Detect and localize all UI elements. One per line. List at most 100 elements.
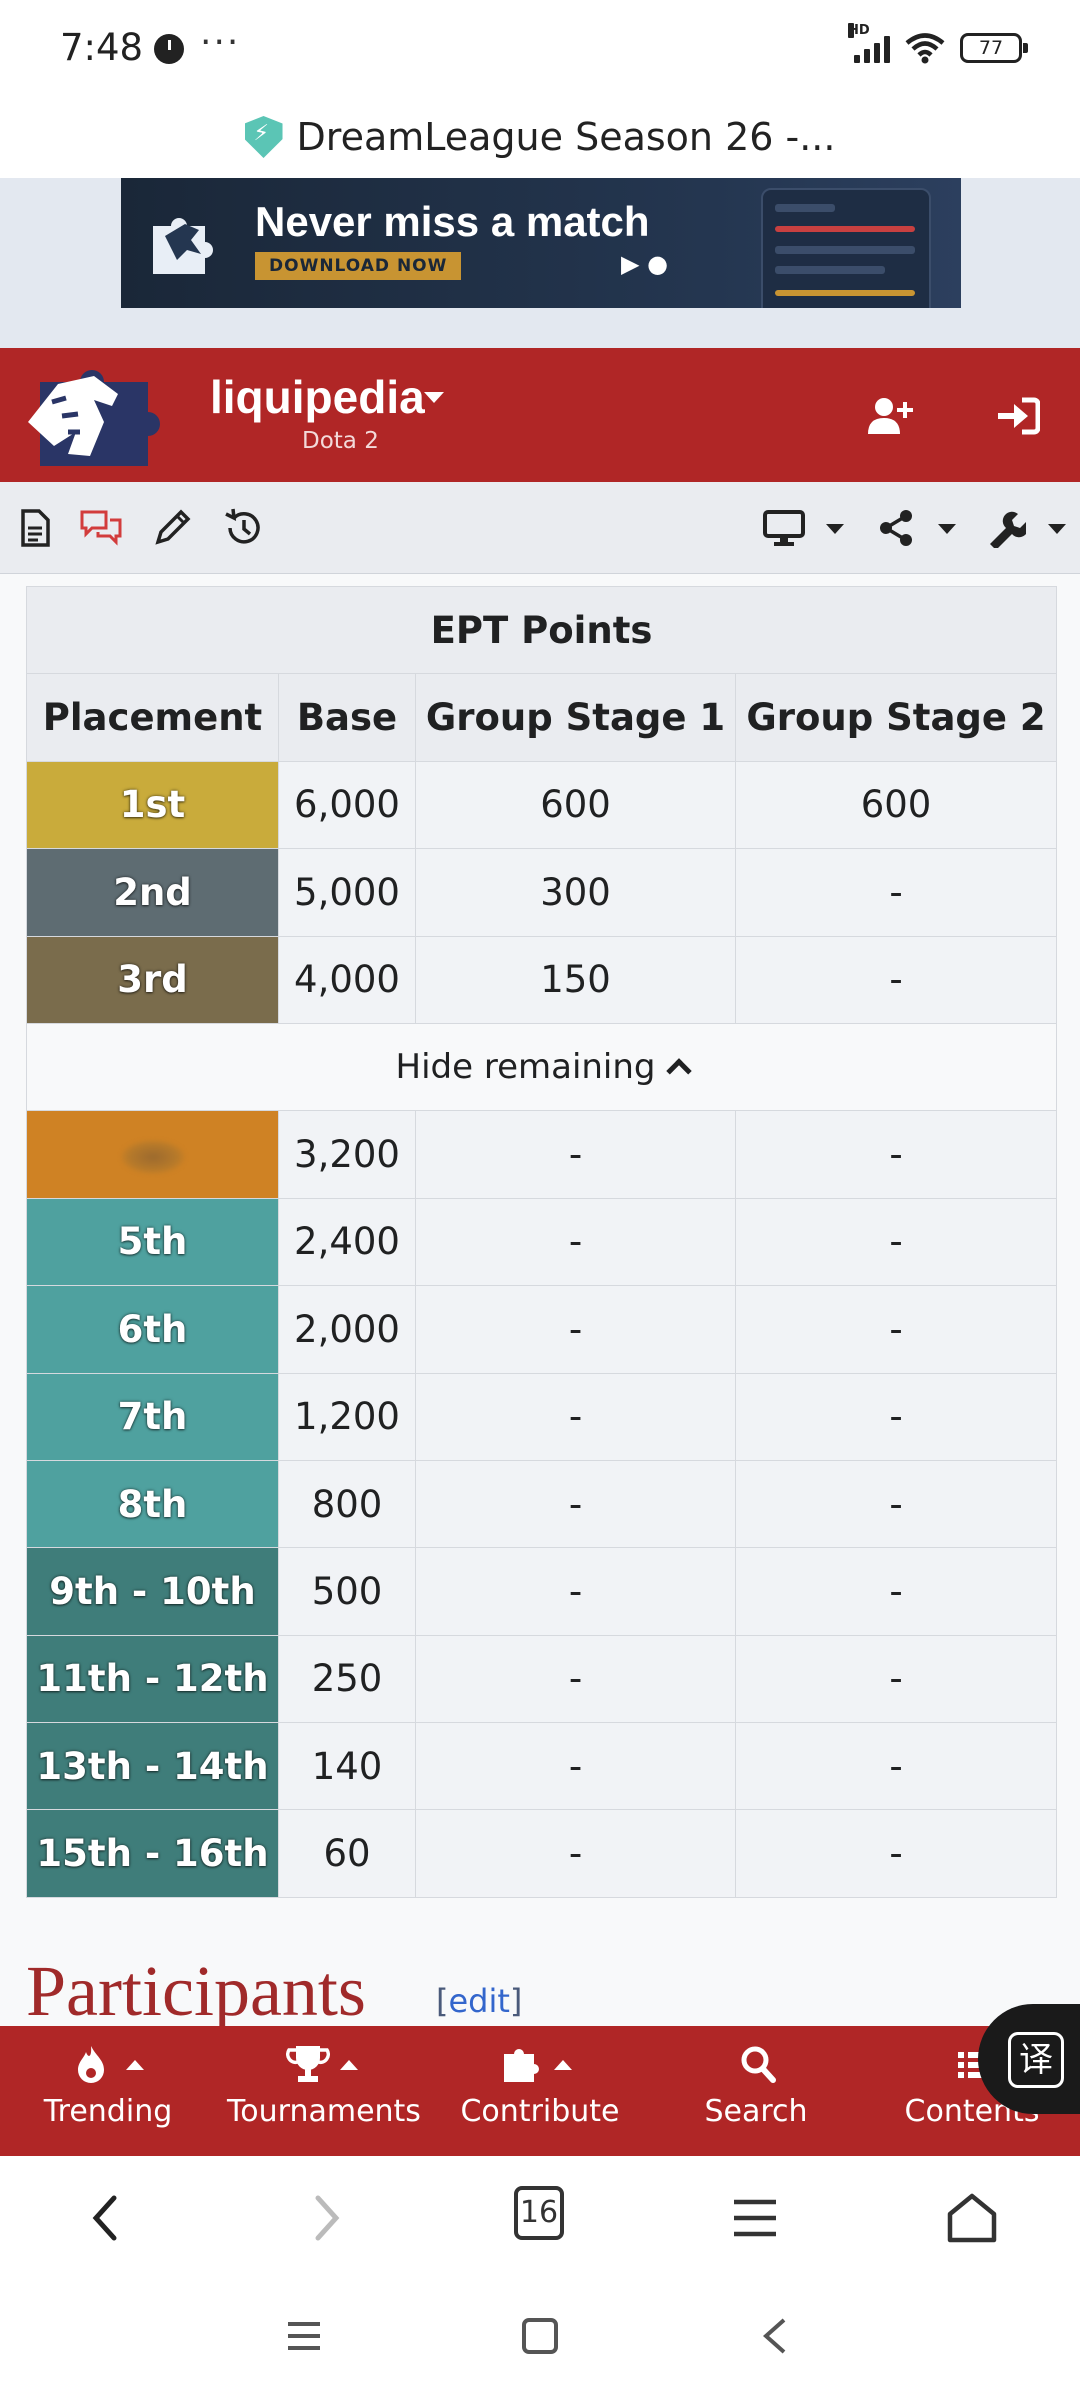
table-row: 3rd 4,000 150- xyxy=(26,935,1058,1024)
table-row: 2nd 5,000 300- xyxy=(26,848,1058,937)
share-icon[interactable] xyxy=(876,508,916,548)
translate-icon: 译 xyxy=(1008,2032,1064,2088)
chevron-up-icon xyxy=(665,1058,692,1084)
trending-caret-icon xyxy=(126,2060,144,2070)
group-stage-1-cell: 300 xyxy=(415,848,736,937)
nav-label-contribute: Contribute xyxy=(460,2094,620,2129)
back-arrow-icon[interactable] xyxy=(86,2190,126,2246)
column-header-placement: Placement xyxy=(26,673,279,762)
base-cell: 6,000 xyxy=(278,760,416,850)
group-stage-2-cell: - xyxy=(734,1722,1058,1811)
edit-bracket-close: ] xyxy=(509,1982,523,2020)
group-stage-2-cell: - xyxy=(734,935,1058,1024)
edit-pencil-icon[interactable] xyxy=(152,508,194,548)
base-cell: 250 xyxy=(278,1634,416,1724)
site-menu-caret-icon[interactable] xyxy=(424,392,444,403)
status-time: 7:48 xyxy=(60,26,144,69)
table-title-row: EPT Points xyxy=(25,585,1058,675)
search-icon xyxy=(741,2046,776,2083)
table-row: 1st 6,000 600 600 xyxy=(26,760,1058,850)
nav-trending[interactable]: Trending xyxy=(0,2026,216,2156)
table-row: 3,200- - xyxy=(26,1110,1058,1199)
group-stage-1-cell: - xyxy=(415,1547,736,1636)
liquipedia-logo-icon[interactable] xyxy=(22,362,178,470)
column-header-base: Base xyxy=(278,673,416,762)
system-home-icon[interactable] xyxy=(520,2316,560,2356)
table-title: EPT Points xyxy=(25,585,1058,675)
status-indicators: HD 77 xyxy=(848,23,1028,64)
table-row: 9th - 10th 500- - xyxy=(26,1547,1058,1636)
puzzle-icon xyxy=(504,2049,539,2082)
menu-icon[interactable] xyxy=(730,2190,780,2246)
toggle-row[interactable]: Hide remaining xyxy=(25,1022,1058,1112)
history-icon[interactable] xyxy=(222,508,264,548)
edit-link-label[interactable]: edit xyxy=(448,1982,509,2020)
column-header-group-stage-1: Group Stage 1 xyxy=(415,673,736,762)
tournaments-caret-icon xyxy=(340,2060,358,2070)
nav-label-trending: Trending xyxy=(43,2094,173,2129)
base-cell: 3,200 xyxy=(278,1110,416,1199)
group-stage-1-cell: - xyxy=(415,1110,736,1199)
nav-tournaments[interactable]: Tournaments xyxy=(216,2026,432,2156)
table-row: 6th 2,000- - xyxy=(26,1285,1058,1374)
placement-cell: 11th - 12th xyxy=(26,1634,279,1724)
ept-points-table: EPT Points Placement Base Group Stage 1 … xyxy=(25,585,1058,1898)
nav-search[interactable]: Search xyxy=(648,2026,864,2156)
status-more-icon: ··· xyxy=(200,22,241,63)
share-caret-icon[interactable] xyxy=(938,524,956,534)
page-document-icon[interactable] xyxy=(14,508,56,548)
edit-bracket-open: [ xyxy=(436,1982,449,2020)
hide-remaining-toggle[interactable]: Hide remaining xyxy=(25,1022,1058,1112)
puzzle-logo-icon xyxy=(153,218,213,274)
table-row: 8th 800- - xyxy=(26,1459,1058,1549)
placement-cell: 6th xyxy=(26,1285,279,1374)
group-stage-1-cell: 600 xyxy=(415,760,736,850)
site-name[interactable]: liquipedia xyxy=(210,370,425,424)
group-stage-2-cell: - xyxy=(734,848,1058,937)
group-stage-2-cell: - xyxy=(734,1547,1058,1636)
table-row: 11th - 12th 250- - xyxy=(26,1634,1058,1724)
translate-button[interactable]: 译 xyxy=(978,2004,1080,2114)
tools-caret-icon[interactable] xyxy=(1048,524,1066,534)
login-icon[interactable] xyxy=(996,396,1040,436)
group-stage-2-cell: - xyxy=(734,1634,1058,1724)
talk-bubbles-icon[interactable] xyxy=(80,508,122,548)
group-stage-2-cell: - xyxy=(734,1809,1058,1898)
base-cell: 800 xyxy=(278,1459,416,1549)
user-add-icon[interactable] xyxy=(866,396,916,436)
home-icon[interactable] xyxy=(944,2190,1000,2246)
ad-download-button[interactable]: DOWNLOAD NOW xyxy=(255,252,462,280)
contribute-caret-icon xyxy=(554,2060,572,2070)
view-caret-icon[interactable] xyxy=(826,524,844,534)
section-edit-link[interactable]: [edit] xyxy=(436,1982,522,2020)
bottom-navigation: Trending Tournaments Contribute Search C xyxy=(0,2026,1080,2156)
group-stage-2-cell: - xyxy=(734,1459,1058,1549)
group-stage-2-cell: - xyxy=(734,1285,1058,1374)
group-stage-1-cell: - xyxy=(415,1197,736,1287)
security-shield-icon xyxy=(244,116,283,158)
placement-cell: 9th - 10th xyxy=(26,1547,279,1636)
group-stage-2-cell: - xyxy=(734,1372,1058,1461)
battery-icon: 77 xyxy=(960,33,1028,63)
base-cell: 2,400 xyxy=(278,1197,416,1287)
browser-title-bar[interactable]: DreamLeague Season 26 -... xyxy=(0,96,1080,178)
ad-banner[interactable]: Never miss a match DOWNLOAD NOW ▶ ● xyxy=(121,178,961,308)
tabs-count-button[interactable]: 16 xyxy=(514,2186,564,2240)
forward-arrow-icon[interactable] xyxy=(306,2190,346,2246)
nav-contribute[interactable]: Contribute xyxy=(432,2026,648,2156)
placement-cell: 3rd xyxy=(26,935,279,1024)
page-title: DreamLeague Season 26 -... xyxy=(296,115,836,159)
base-cell: 500 xyxy=(278,1547,416,1636)
wrench-icon[interactable] xyxy=(986,508,1026,548)
desktop-view-icon[interactable] xyxy=(762,508,806,548)
system-back-icon[interactable] xyxy=(756,2316,796,2356)
placement-cell: 2nd xyxy=(26,848,279,937)
recents-icon[interactable] xyxy=(284,2316,324,2356)
placement-cell xyxy=(26,1110,279,1199)
table-row: 13th - 14th 140- - xyxy=(26,1722,1058,1811)
group-stage-2-cell: - xyxy=(734,1110,1058,1199)
ad-phone-mockup xyxy=(761,188,931,308)
trophy-icon xyxy=(286,2046,330,2082)
ept-table-body: EPT Points Placement Base Group Stage 1 … xyxy=(25,585,1058,1898)
cell-signal-icon: HD xyxy=(848,23,890,63)
